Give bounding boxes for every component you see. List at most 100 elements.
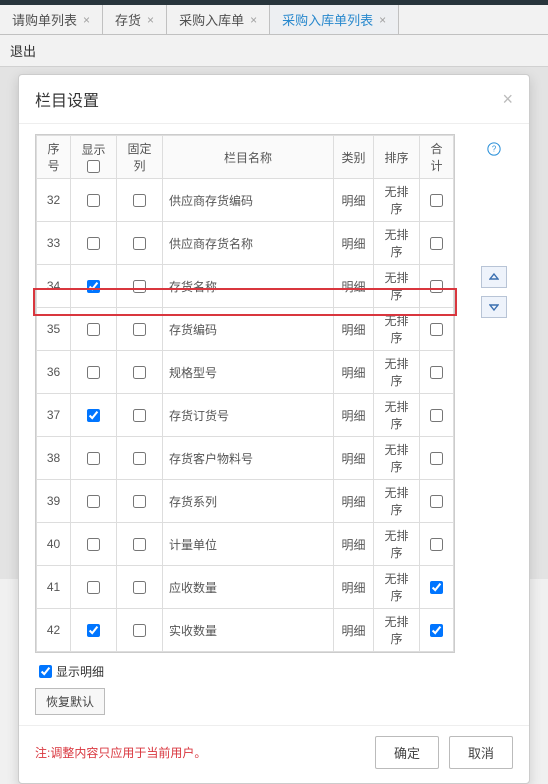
cell-name: 存货订货号 bbox=[163, 394, 334, 437]
cell-type: 明细 bbox=[334, 523, 374, 566]
cancel-button[interactable]: 取消 bbox=[449, 736, 513, 769]
table-row[interactable]: 34存货名称明细无排序 bbox=[37, 265, 454, 308]
move-up-button[interactable] bbox=[481, 266, 507, 288]
cell-sort[interactable]: 无排序 bbox=[374, 523, 420, 566]
cell-type: 明细 bbox=[334, 351, 374, 394]
restore-default-button[interactable]: 恢复默认 bbox=[35, 688, 105, 715]
table-row[interactable]: 35存货编码明细无排序 bbox=[37, 308, 454, 351]
th-sum[interactable]: 合计 bbox=[420, 136, 454, 179]
cell-seq: 34 bbox=[37, 265, 71, 308]
table-row[interactable]: 42实收数量明细无排序 bbox=[37, 609, 454, 652]
cell-seq: 33 bbox=[37, 222, 71, 265]
fixed-checkbox[interactable] bbox=[133, 323, 146, 336]
cell-sort[interactable]: 无排序 bbox=[374, 480, 420, 523]
cell-sort[interactable]: 无排序 bbox=[374, 222, 420, 265]
cell-type: 明细 bbox=[334, 394, 374, 437]
fixed-checkbox[interactable] bbox=[133, 280, 146, 293]
th-name[interactable]: 栏目名称 bbox=[163, 136, 334, 179]
table-row[interactable]: 40计量单位明细无排序 bbox=[37, 523, 454, 566]
sum-checkbox[interactable] bbox=[430, 194, 443, 207]
table-row[interactable]: 38存货客户物料号明细无排序 bbox=[37, 437, 454, 480]
show-checkbox[interactable] bbox=[87, 409, 100, 422]
cell-name: 存货系列 bbox=[163, 480, 334, 523]
cell-type: 明细 bbox=[334, 222, 374, 265]
help-icon[interactable]: ? bbox=[487, 142, 501, 159]
cell-seq: 35 bbox=[37, 308, 71, 351]
reorder-buttons bbox=[481, 266, 507, 318]
show-detail-checkbox[interactable] bbox=[39, 665, 52, 678]
show-checkbox[interactable] bbox=[87, 452, 100, 465]
show-checkbox[interactable] bbox=[87, 624, 100, 637]
cell-seq: 38 bbox=[37, 437, 71, 480]
column-settings-modal: 栏目设置 × ? 序号 显示 固定列 栏目名称 类别 排序 合计 bbox=[18, 74, 530, 784]
cell-seq: 40 bbox=[37, 523, 71, 566]
move-down-button[interactable] bbox=[481, 296, 507, 318]
table-row[interactable]: 37存货订货号明细无排序 bbox=[37, 394, 454, 437]
th-sort[interactable]: 排序 bbox=[374, 136, 420, 179]
cell-sort[interactable]: 无排序 bbox=[374, 179, 420, 222]
sum-checkbox[interactable] bbox=[430, 409, 443, 422]
show-checkbox[interactable] bbox=[87, 581, 100, 594]
sum-checkbox[interactable] bbox=[430, 237, 443, 250]
cell-sort[interactable]: 无排序 bbox=[374, 566, 420, 609]
th-fixed[interactable]: 固定列 bbox=[117, 136, 163, 179]
fixed-checkbox[interactable] bbox=[133, 581, 146, 594]
sum-checkbox[interactable] bbox=[430, 323, 443, 336]
close-icon[interactable]: × bbox=[502, 89, 513, 110]
th-type[interactable]: 类别 bbox=[334, 136, 374, 179]
cell-type: 明细 bbox=[334, 480, 374, 523]
show-checkbox[interactable] bbox=[87, 495, 100, 508]
fixed-checkbox[interactable] bbox=[133, 237, 146, 250]
sum-checkbox[interactable] bbox=[430, 624, 443, 637]
fixed-checkbox[interactable] bbox=[133, 495, 146, 508]
table-row[interactable]: 41应收数量明细无排序 bbox=[37, 566, 454, 609]
fixed-checkbox[interactable] bbox=[133, 194, 146, 207]
fixed-checkbox[interactable] bbox=[133, 452, 146, 465]
footer-buttons: 确定 取消 bbox=[375, 736, 513, 769]
show-checkbox[interactable] bbox=[87, 194, 100, 207]
cell-type: 明细 bbox=[334, 179, 374, 222]
footer-note: 注:调整内容只应用于当前用户。 bbox=[35, 744, 206, 761]
show-all-checkbox[interactable] bbox=[87, 160, 100, 173]
sum-checkbox[interactable] bbox=[430, 280, 443, 293]
cell-name: 应收数量 bbox=[163, 566, 334, 609]
cell-sort[interactable]: 无排序 bbox=[374, 437, 420, 480]
sum-checkbox[interactable] bbox=[430, 538, 443, 551]
columns-table-wrap: 序号 显示 固定列 栏目名称 类别 排序 合计 32供应商存货编码明细无排序33… bbox=[35, 134, 455, 653]
show-checkbox[interactable] bbox=[87, 323, 100, 336]
fixed-checkbox[interactable] bbox=[133, 366, 146, 379]
sum-checkbox[interactable] bbox=[430, 495, 443, 508]
th-seq[interactable]: 序号 bbox=[37, 136, 71, 179]
show-checkbox[interactable] bbox=[87, 280, 100, 293]
table-row[interactable]: 39 存货系列明细无排序 bbox=[37, 480, 454, 523]
cell-name: 存货名称 bbox=[163, 265, 334, 308]
show-checkbox[interactable] bbox=[87, 538, 100, 551]
cell-name: 规格型号 bbox=[163, 351, 334, 394]
cell-sort[interactable]: 无排序 bbox=[374, 265, 420, 308]
cell-sort[interactable]: 无排序 bbox=[374, 394, 420, 437]
sum-checkbox[interactable] bbox=[430, 581, 443, 594]
show-detail-label: 显示明细 bbox=[56, 663, 104, 680]
fixed-checkbox[interactable] bbox=[133, 538, 146, 551]
table-row[interactable]: 32供应商存货编码明细无排序 bbox=[37, 179, 454, 222]
table-row[interactable]: 36规格型号明细无排序 bbox=[37, 351, 454, 394]
sum-checkbox[interactable] bbox=[430, 452, 443, 465]
cell-seq: 39 bbox=[37, 480, 71, 523]
show-checkbox[interactable] bbox=[87, 237, 100, 250]
cell-sort[interactable]: 无排序 bbox=[374, 609, 420, 652]
ok-button[interactable]: 确定 bbox=[375, 736, 439, 769]
sum-checkbox[interactable] bbox=[430, 366, 443, 379]
fixed-checkbox[interactable] bbox=[133, 624, 146, 637]
table-row[interactable]: 33供应商存货名称明细无排序 bbox=[37, 222, 454, 265]
cell-sort[interactable]: 无排序 bbox=[374, 351, 420, 394]
fixed-checkbox[interactable] bbox=[133, 409, 146, 422]
cell-type: 明细 bbox=[334, 566, 374, 609]
modal-header: 栏目设置 × bbox=[19, 75, 529, 124]
show-detail-toggle[interactable]: 显示明细 bbox=[39, 663, 513, 680]
th-show[interactable]: 显示 bbox=[71, 136, 117, 179]
cell-seq: 42 bbox=[37, 609, 71, 652]
modal-body: ? 序号 显示 固定列 栏目名称 类别 排序 合计 32供应商存货编码明细无排序… bbox=[19, 124, 529, 725]
cell-type: 明细 bbox=[334, 609, 374, 652]
show-checkbox[interactable] bbox=[87, 366, 100, 379]
cell-sort[interactable]: 无排序 bbox=[374, 308, 420, 351]
